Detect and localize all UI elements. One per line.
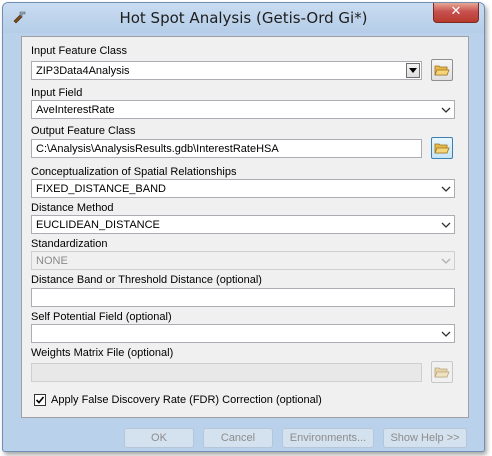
conceptualization-value: FIXED_DISTANCE_BAND xyxy=(36,183,166,195)
chevron-down-icon xyxy=(441,186,451,192)
conceptualization-label: Conceptualization of Spatial Relationshi… xyxy=(31,166,237,178)
title-bar[interactable]: Hot Spot Analysis (Getis-Ord Gi*) ✕ xyxy=(3,3,484,33)
distance-band-input[interactable] xyxy=(31,288,455,307)
input-feature-class-dropdown-button[interactable] xyxy=(406,63,420,78)
cancel-button[interactable]: Cancel xyxy=(203,428,273,448)
output-feature-class-value: C:\Analysis\AnalysisResults.gdb\Interest… xyxy=(36,143,279,155)
distance-method-value: EUCLIDEAN_DISTANCE xyxy=(36,219,160,231)
open-folder-icon xyxy=(434,143,450,154)
ok-button[interactable]: OK xyxy=(124,428,194,448)
input-feature-class-combo[interactable]: ZIP3Data4Analysis xyxy=(31,61,422,80)
output-browse-button[interactable] xyxy=(431,137,453,159)
input-field-value: AveInterestRate xyxy=(36,104,115,116)
open-folder-icon xyxy=(434,367,450,378)
input-field-label: Input Field xyxy=(31,87,83,99)
chevron-down-icon xyxy=(441,331,451,337)
standardization-label: Standardization xyxy=(31,238,108,250)
chevron-down-icon xyxy=(441,258,451,264)
close-button[interactable]: ✕ xyxy=(433,3,479,23)
weights-matrix-input xyxy=(31,363,422,382)
input-field-select[interactable]: AveInterestRate xyxy=(31,100,455,119)
conceptualization-select[interactable]: FIXED_DISTANCE_BAND xyxy=(31,179,455,198)
self-potential-label: Self Potential Field (optional) xyxy=(31,311,172,323)
dialog-window: Hot Spot Analysis (Getis-Ord Gi*) ✕ Inpu… xyxy=(2,2,485,452)
output-feature-class-label: Output Feature Class xyxy=(31,125,136,137)
open-folder-icon xyxy=(434,65,450,76)
distance-band-label: Distance Band or Threshold Distance (opt… xyxy=(31,274,262,286)
standardization-value: NONE xyxy=(36,255,68,267)
distance-method-select[interactable]: EUCLIDEAN_DISTANCE xyxy=(31,215,455,234)
weights-browse-button xyxy=(431,361,453,383)
dropdown-arrow-icon xyxy=(409,68,417,73)
fdr-checkbox[interactable] xyxy=(34,394,46,406)
weights-matrix-label: Weights Matrix File (optional) xyxy=(31,347,174,359)
show-help-button[interactable]: Show Help >> xyxy=(383,428,467,448)
parameters-panel: Input Feature Class ZIP3Data4Analysis In… xyxy=(21,36,469,418)
chevron-down-icon xyxy=(441,107,451,113)
distance-method-label: Distance Method xyxy=(31,202,114,214)
fdr-checkbox-label[interactable]: Apply False Discovery Rate (FDR) Correct… xyxy=(51,394,322,406)
input-feature-class-label: Input Feature Class xyxy=(31,45,127,57)
window-title: Hot Spot Analysis (Getis-Ord Gi*) xyxy=(119,9,368,27)
output-feature-class-input[interactable]: C:\Analysis\AnalysisResults.gdb\Interest… xyxy=(31,139,422,158)
input-feature-class-value: ZIP3Data4Analysis xyxy=(36,65,130,77)
standardization-select: NONE xyxy=(31,251,455,270)
input-browse-button[interactable] xyxy=(431,59,453,81)
self-potential-select[interactable] xyxy=(31,324,455,343)
environments-button[interactable]: Environments... xyxy=(282,428,374,448)
checkmark-icon xyxy=(35,396,45,404)
chevron-down-icon xyxy=(441,222,451,228)
